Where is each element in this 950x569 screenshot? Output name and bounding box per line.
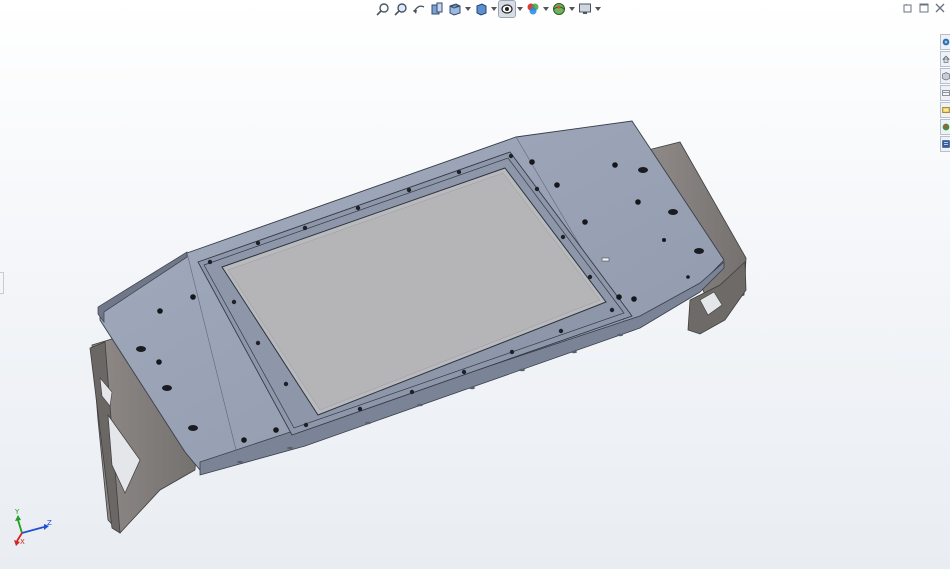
zoom-to-fit-icon[interactable]: [375, 1, 391, 17]
triad-z-label: Z: [47, 519, 52, 527]
file-explorer-icon[interactable]: [940, 68, 950, 84]
restore-icon[interactable]: [902, 2, 914, 14]
triad-y-label: Y: [15, 508, 20, 516]
custom-properties-icon[interactable]: [940, 119, 950, 135]
appearances-icon[interactable]: [940, 102, 950, 118]
forum-icon[interactable]: [940, 136, 950, 152]
view-orientation-icon[interactable]: [447, 1, 463, 17]
chevron-down-icon[interactable]: [491, 1, 497, 17]
window-controls: [902, 2, 946, 14]
reference-triad: Y Z X: [8, 508, 58, 548]
previous-view-icon[interactable]: [411, 1, 427, 17]
view-palette-icon[interactable]: [940, 85, 950, 101]
task-pane-tabs: [940, 34, 950, 152]
view-settings-icon[interactable]: [577, 1, 593, 17]
graphics-area[interactable]: Y Z X: [0, 0, 950, 569]
edit-appearance-icon[interactable]: [525, 1, 541, 17]
hide-show-items-icon[interactable]: [498, 0, 516, 18]
maximize-icon[interactable]: [918, 2, 930, 14]
design-library-icon[interactable]: [940, 51, 950, 67]
model-sheet-metal-assembly[interactable]: [0, 0, 950, 569]
close-icon[interactable]: [934, 2, 946, 14]
chevron-down-icon[interactable]: [465, 1, 471, 17]
chevron-down-icon[interactable]: [543, 1, 549, 17]
display-style-icon[interactable]: [473, 1, 489, 17]
triad-x-label: X: [20, 538, 25, 546]
apply-scene-icon[interactable]: [551, 1, 567, 17]
heads-up-view-toolbar: [375, 0, 601, 18]
chevron-down-icon[interactable]: [595, 1, 601, 17]
chevron-down-icon[interactable]: [569, 1, 575, 17]
section-view-icon[interactable]: [429, 1, 445, 17]
chevron-down-icon[interactable]: [517, 1, 523, 17]
solidworks-resources-icon[interactable]: [940, 34, 950, 50]
feature-manager-collapse-tab[interactable]: [0, 272, 4, 294]
zoom-to-area-icon[interactable]: [393, 1, 409, 17]
